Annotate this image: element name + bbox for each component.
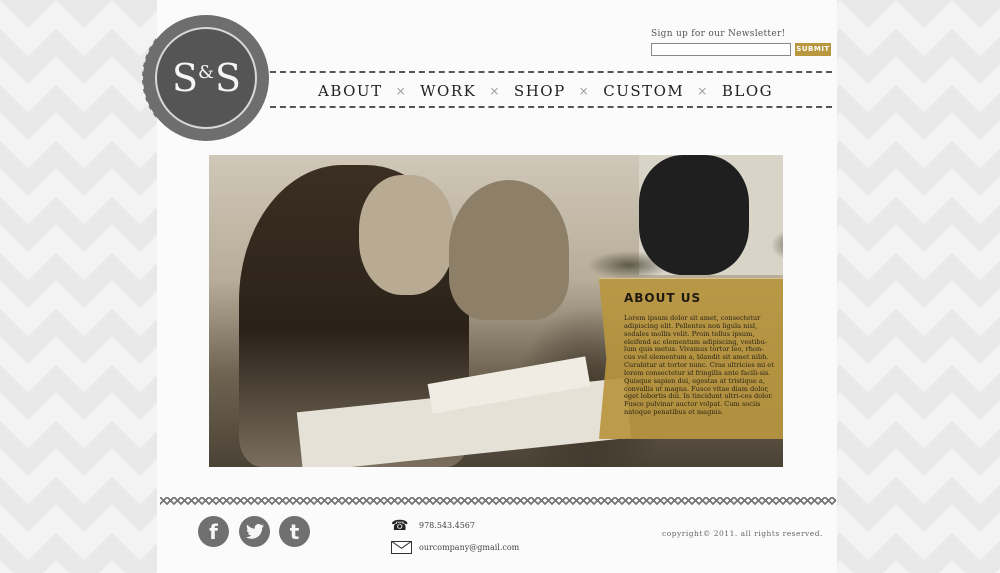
about-us-title: ABOUT US bbox=[624, 291, 702, 305]
about-us-panel: ABOUT US Lorem ipsum dolor sit amet, con… bbox=[599, 278, 783, 439]
tumblr-icon[interactable]: t bbox=[279, 516, 310, 547]
logo[interactable]: S & S bbox=[142, 14, 270, 142]
nav-separator: × bbox=[395, 84, 408, 98]
newsletter-submit-button[interactable]: SUBMIT bbox=[795, 43, 831, 56]
facebook-icon[interactable]: f bbox=[198, 516, 229, 547]
nav-separator: × bbox=[489, 84, 501, 98]
nav-blog[interactable]: BLOG bbox=[722, 82, 773, 100]
mail-icon bbox=[391, 541, 412, 554]
newsletter-label: Sign up for our Newsletter! bbox=[651, 29, 786, 39]
copyright-text: copyright© 2011. all rights reserved. bbox=[662, 529, 823, 538]
logo-letter-left: S bbox=[171, 56, 198, 100]
footer-divider bbox=[160, 497, 836, 507]
nav-divider-bottom bbox=[270, 106, 832, 108]
nav-custom[interactable]: CUSTOM bbox=[603, 82, 684, 100]
logo-badge: S & S bbox=[155, 27, 257, 129]
main-nav: ABOUT × WORK × SHOP × CUSTOM × BLOG bbox=[318, 80, 773, 102]
twitter-icon[interactable] bbox=[239, 516, 270, 547]
newsletter-email-input[interactable] bbox=[651, 43, 791, 56]
nav-shop[interactable]: SHOP bbox=[514, 82, 566, 100]
hero-image: ABOUT US Lorem ipsum dolor sit amet, con… bbox=[209, 155, 783, 467]
logo-ampersand: & bbox=[197, 61, 215, 83]
nav-separator: × bbox=[578, 84, 591, 98]
hero-face bbox=[359, 175, 454, 295]
twitter-bird-icon bbox=[245, 524, 264, 539]
nav-divider-top bbox=[270, 71, 832, 73]
logo-letter-right: S bbox=[215, 56, 241, 100]
email-link[interactable]: ourcompany@gmail.com bbox=[419, 543, 519, 552]
nav-separator: × bbox=[697, 84, 709, 98]
phone-number: 978.543.4567 bbox=[419, 521, 475, 530]
hero-person-right bbox=[449, 180, 569, 320]
nav-about[interactable]: ABOUT bbox=[318, 82, 383, 100]
nav-work[interactable]: WORK bbox=[420, 82, 476, 100]
about-us-body: Lorem ipsum dolor sit amet, consectetur … bbox=[624, 314, 774, 417]
phone-icon: ☎ bbox=[391, 518, 409, 534]
hero-helmet bbox=[639, 155, 749, 275]
